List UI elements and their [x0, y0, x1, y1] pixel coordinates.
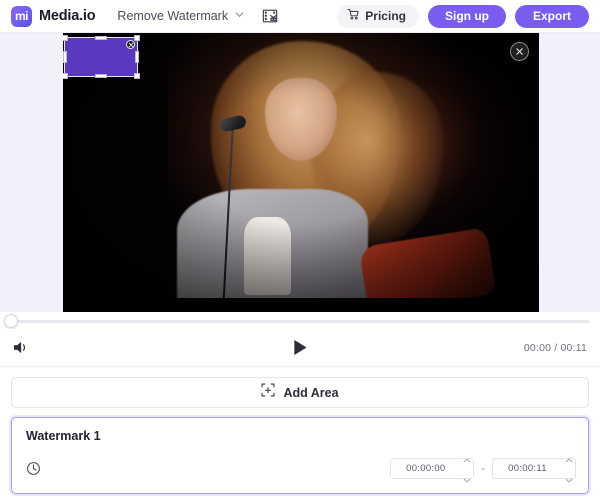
- resize-handle-right-center[interactable]: [135, 51, 139, 63]
- signup-button[interactable]: Sign up: [427, 4, 506, 28]
- time-range-separator: -: [481, 462, 485, 475]
- watermark-panel[interactable]: Watermark 1 00:00:00 - 00:00:11: [11, 417, 589, 494]
- resize-handle-top-left[interactable]: [63, 35, 68, 41]
- chevron-down-icon[interactable]: [463, 470, 471, 488]
- header-actions: Pricing Sign up Export: [337, 4, 589, 28]
- export-button[interactable]: Export: [514, 4, 589, 28]
- video-preview[interactable]: [63, 33, 539, 312]
- watermark-time-row: 00:00:00 - 00:00:11: [26, 458, 576, 482]
- end-time-input[interactable]: 00:00:11: [492, 458, 562, 479]
- resize-handle-bottom-center[interactable]: [95, 74, 107, 78]
- pricing-button[interactable]: Pricing: [337, 4, 419, 28]
- media-io-logo-icon: mi: [11, 5, 32, 27]
- chevron-up-icon[interactable]: [565, 450, 573, 468]
- resize-handle-top-right[interactable]: [134, 35, 140, 41]
- chevron-down-icon[interactable]: [565, 470, 573, 488]
- volume-icon[interactable]: [12, 339, 31, 356]
- tool-selector-label: Remove Watermark: [117, 9, 229, 23]
- start-time-field[interactable]: 00:00:00: [390, 458, 475, 482]
- watermark-selection-region[interactable]: [63, 35, 140, 79]
- close-icon[interactable]: [510, 42, 529, 61]
- add-area-label: Add Area: [283, 385, 339, 400]
- brand-logo[interactable]: mi Media.io: [11, 5, 96, 27]
- time-range-group: 00:00:00 - 00:00:11: [390, 458, 576, 482]
- tool-selector-dropdown[interactable]: Remove Watermark: [117, 7, 245, 25]
- clock-icon[interactable]: [26, 461, 41, 476]
- seek-bar[interactable]: [0, 312, 600, 329]
- app-header: mi Media.io Remove Watermark Pricing Sig…: [0, 0, 600, 33]
- seek-track[interactable]: [11, 320, 589, 323]
- add-area-button[interactable]: Add Area: [11, 377, 589, 408]
- end-time-field[interactable]: 00:00:11: [492, 458, 576, 482]
- time-display: 00:00 / 00:11: [523, 341, 587, 354]
- resize-handle-bottom-right[interactable]: [134, 73, 140, 79]
- player-controls: 00:00 / 00:11: [0, 329, 600, 367]
- play-icon[interactable]: [292, 338, 309, 357]
- end-time-stepper[interactable]: [562, 458, 576, 482]
- video-cut-icon[interactable]: [262, 8, 278, 24]
- brand-name: Media.io: [39, 8, 96, 24]
- video-stage: [0, 33, 600, 312]
- resize-handle-bottom-left[interactable]: [63, 73, 68, 79]
- delete-selection-icon[interactable]: [126, 40, 135, 49]
- watermark-title: Watermark 1: [26, 429, 101, 443]
- start-time-stepper[interactable]: [460, 458, 475, 482]
- resize-handle-top-center[interactable]: [95, 36, 107, 40]
- pricing-button-label: Pricing: [365, 9, 406, 23]
- seek-handle[interactable]: [4, 314, 18, 328]
- add-area-icon: [261, 383, 275, 402]
- start-time-input[interactable]: 00:00:00: [390, 458, 461, 479]
- cart-icon: [347, 8, 360, 24]
- chevron-down-icon: [234, 7, 245, 25]
- resize-handle-left-center[interactable]: [63, 51, 67, 63]
- chevron-up-icon[interactable]: [463, 450, 471, 468]
